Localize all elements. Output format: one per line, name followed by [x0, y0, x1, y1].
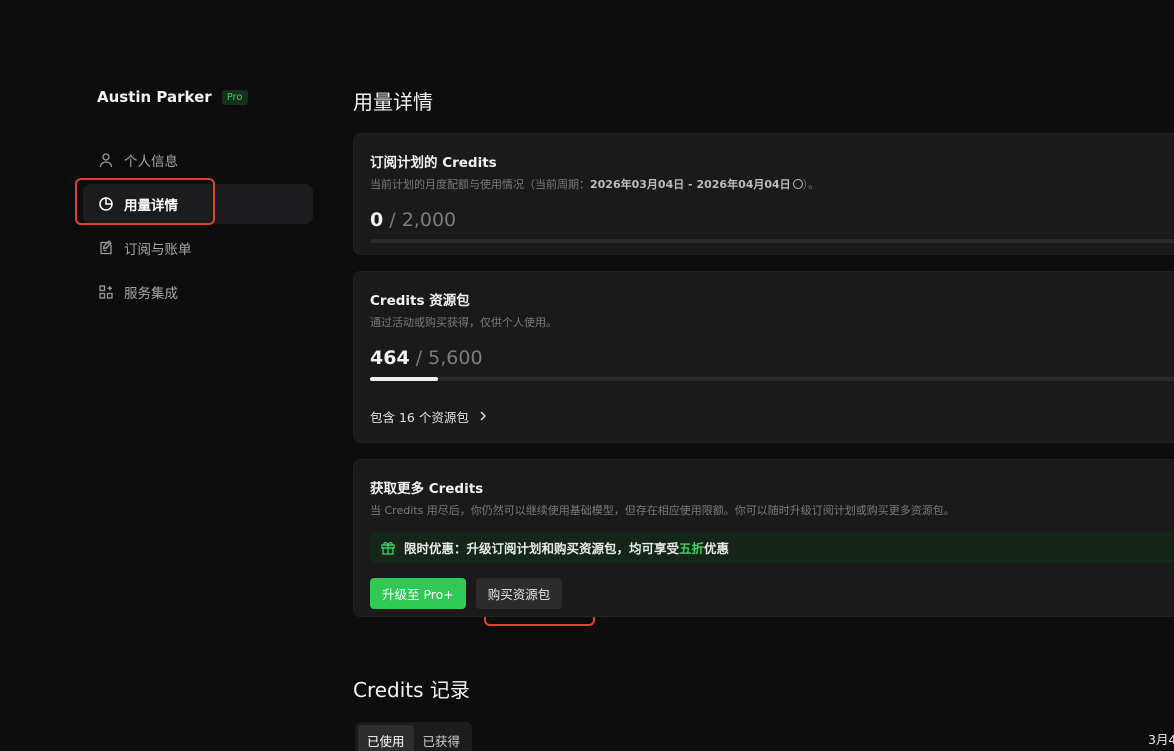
sidebar-item-label: 用量详情 — [124, 198, 178, 214]
sidebar-item-label: 订阅与账单 — [124, 242, 192, 258]
credits-total: / 5,600 — [415, 347, 483, 369]
buy-pack-button[interactable]: 购买资源包 — [475, 578, 563, 609]
user-icon — [98, 152, 114, 168]
desc-prefix: 当前计划的月度配额与使用情况（当前周期： — [370, 178, 590, 191]
usage-progress-bar — [370, 377, 1174, 381]
tab-earned[interactable]: 已获得 — [414, 725, 470, 751]
credits-used: 0 — [370, 209, 384, 231]
view-packs-link[interactable]: 包含 16 个资源包 — [370, 407, 487, 426]
date-filter[interactable]: 3月4 — [1148, 729, 1174, 748]
sidebar-item-integrations[interactable]: 服务集成 — [83, 272, 313, 312]
action-buttons: 升级至 Pro+ 购买资源包 — [370, 578, 1174, 609]
billing-period: 2026年03月04日 - 2026年04月04日 — [590, 178, 791, 191]
card-description: 通过活动或购买获得，仅供个人使用。 — [370, 316, 557, 329]
desc-suffix: ）。 — [802, 178, 820, 191]
subscription-credits-card: 订阅计划的 Credits 当前计划的月度配额与使用情况（当前周期：2026年0… — [353, 133, 1174, 255]
credits-amount: 464 / 5,600 — [370, 347, 1174, 369]
pie-chart-icon — [98, 196, 114, 212]
invoice-icon — [98, 240, 114, 256]
records-tabs: 已使用 已获得 — [355, 722, 473, 751]
promo-banner: 限时优惠：升级订阅计划和购买资源包，均可享受五折优惠 — [370, 532, 1174, 563]
page-title: 用量详情 — [353, 90, 433, 114]
records-title: Credits 记录 — [353, 678, 470, 702]
sidebar-item-billing[interactable]: 订阅与账单 — [83, 228, 313, 268]
credits-used: 464 — [370, 347, 410, 369]
promo-text: 限时优惠：升级订阅计划和购买资源包，均可享受五折优惠 — [404, 538, 729, 557]
user-name: Austin Parker — [97, 88, 212, 106]
usage-progress-bar — [370, 239, 1174, 243]
upgrade-button[interactable]: 升级至 Pro+ — [370, 578, 466, 609]
info-icon[interactable] — [792, 179, 803, 189]
sidebar-item-profile[interactable]: 个人信息 — [83, 140, 313, 180]
promo-suffix: 优惠 — [704, 541, 730, 556]
usage-progress-fill — [370, 377, 438, 381]
chevron-right-icon — [479, 409, 487, 424]
card-title: 订阅计划的 Credits — [370, 155, 497, 171]
gift-icon — [380, 540, 396, 556]
tab-used[interactable]: 已使用 — [358, 725, 414, 751]
sidebar-item-label: 服务集成 — [124, 286, 178, 302]
credits-total: / 2,000 — [389, 209, 457, 231]
sidebar-item-usage[interactable]: 用量详情 — [83, 184, 313, 224]
plan-badge: Pro — [221, 89, 248, 105]
credits-amount: 0 / 2,000 — [370, 209, 1174, 231]
card-title: 获取更多 Credits — [370, 481, 484, 497]
sidebar-nav: 个人信息 用量详情 订阅与账单 服务集成 — [83, 140, 313, 316]
card-title: Credits 资源包 — [370, 293, 470, 309]
credits-pack-card: Credits 资源包 通过活动或购买获得，仅供个人使用。 464 / 5,60… — [353, 271, 1174, 443]
sidebar-item-label: 个人信息 — [124, 154, 178, 170]
apps-icon — [98, 284, 114, 300]
card-description: 当 Credits 用尽后，你仍然可以继续使用基础模型，但存在相应使用限额。你可… — [370, 504, 955, 517]
get-more-credits-card: 获取更多 Credits 当 Credits 用尽后，你仍然可以继续使用基础模型… — [353, 459, 1174, 617]
promo-prefix: 限时优惠：升级订阅计划和购买资源包，均可享受 — [404, 541, 680, 556]
promo-highlight: 五折 — [679, 541, 705, 556]
user-header: Austin Parker Pro — [97, 88, 248, 106]
pack-link-label: 包含 16 个资源包 — [370, 410, 469, 425]
card-description: 当前计划的月度配额与使用情况（当前周期：2026年03月04日 - 2026年0… — [370, 176, 1174, 192]
